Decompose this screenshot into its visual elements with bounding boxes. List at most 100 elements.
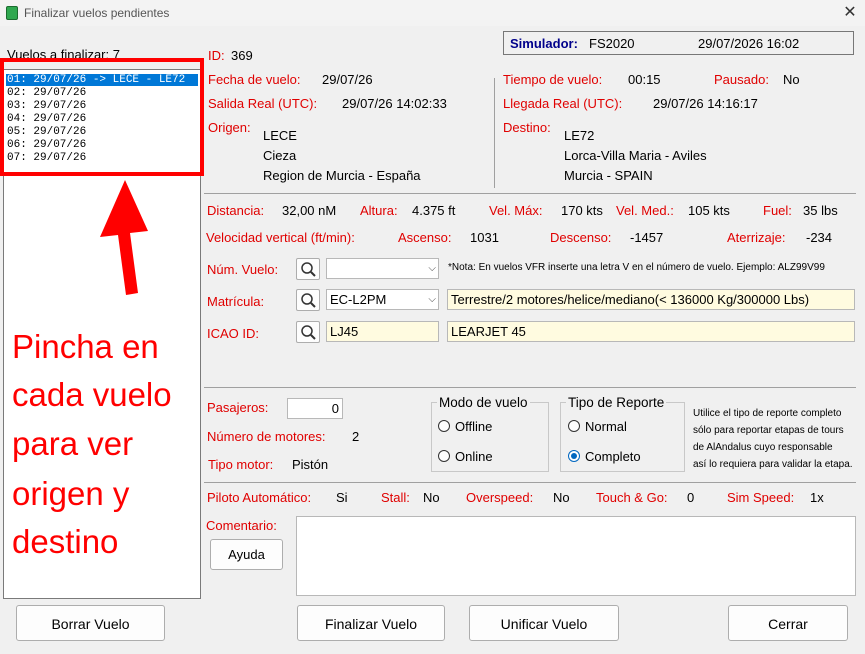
reporte-note-line: así lo requiera para validar la etapa.	[693, 459, 853, 470]
descenso-label: Descenso:	[550, 230, 612, 245]
online-radio[interactable]	[438, 450, 450, 462]
simulator-box: Simulador: FS2020 29/07/2026 16:02	[503, 31, 854, 55]
matricula-label: Matrícula:	[207, 294, 265, 309]
divider	[204, 482, 856, 483]
overspeed-value: No	[553, 490, 570, 505]
comentario-label: Comentario:	[206, 518, 277, 533]
stall-value: No	[423, 490, 440, 505]
chevron-down-icon: ⌵	[428, 294, 436, 305]
fecha-value: 29/07/26	[322, 72, 373, 87]
destino-city: Lorca-Villa Maria - Aviles	[564, 148, 707, 163]
matricula-search-button[interactable]	[296, 289, 320, 311]
magnifier-icon	[301, 262, 316, 277]
reporte-note-line: de AlAndalus cuyo responsable	[693, 442, 833, 453]
online-label: Online	[455, 449, 493, 464]
icao-search-button[interactable]	[296, 321, 320, 343]
simulator-value: FS2020	[589, 36, 635, 51]
num-vuelo-combo[interactable]: ⌵	[326, 258, 439, 279]
annotation-arrow-icon	[100, 180, 148, 295]
distancia-label: Distancia:	[207, 203, 265, 218]
id-value: 369	[231, 48, 253, 63]
num-vuelo-search-button[interactable]	[296, 258, 320, 280]
llegada-label: Llegada Real (UTC):	[503, 96, 623, 111]
distancia-value: 32,00 nM	[282, 203, 337, 218]
aterrizaje-label: Aterrizaje:	[727, 230, 786, 245]
destino-label: Destino:	[503, 120, 551, 135]
ascenso-value: 1031	[470, 230, 499, 245]
modo-vuelo-title: Modo de vuelo	[437, 395, 530, 410]
descenso-value: -1457	[630, 230, 664, 245]
fuel-label: Fuel:	[763, 203, 792, 218]
offline-radio[interactable]	[438, 420, 450, 432]
offline-label: Offline	[455, 419, 493, 434]
tipo-reporte-title: Tipo de Reporte	[566, 395, 667, 410]
annotation-line: cada vuelo	[12, 376, 172, 413]
velmax-label: Vel. Máx:	[489, 203, 543, 218]
num-vuelo-label: Núm. Vuelo:	[207, 262, 279, 277]
tipo-motor-value: Pistón	[292, 457, 329, 472]
normal-radio[interactable]	[568, 420, 580, 432]
pausado-value: No	[783, 72, 800, 87]
matricula-value: EC-L2PM	[330, 292, 387, 307]
annotation-line: origen y	[12, 475, 130, 512]
velmax-value: 170 kts	[561, 203, 603, 218]
motores-value: 2	[352, 429, 360, 444]
divider	[204, 387, 856, 388]
touchgo-value: 0	[687, 490, 695, 505]
cerrar-button[interactable]: Cerrar	[728, 605, 848, 641]
origen-region: Region de Murcia - España	[263, 168, 421, 183]
simspeed-value: 1x	[810, 490, 824, 505]
annotation-highlight-box	[0, 58, 204, 176]
comentario-textarea[interactable]	[296, 516, 856, 596]
pausado-label: Pausado:	[714, 72, 769, 87]
annotation-line: destino	[12, 523, 119, 560]
motores-label: Número de motores:	[207, 429, 326, 444]
unificar-vuelo-button[interactable]: Unificar Vuelo	[469, 605, 619, 641]
velmed-value: 105 kts	[688, 203, 730, 218]
title-bar: Finalizar vuelos pendientes ✕	[0, 0, 865, 26]
divider	[204, 193, 856, 194]
destino-region: Murcia - SPAIN	[564, 168, 653, 183]
origen-city: Cieza	[263, 148, 297, 163]
salida-value: 29/07/26 14:02:33	[342, 96, 447, 111]
close-icon[interactable]: ✕	[838, 2, 862, 24]
annotation-line: para ver	[12, 425, 134, 462]
nota-text: *Nota: En vuelos VFR inserte una letra V…	[448, 262, 825, 273]
tiempo-label: Tiempo de vuelo:	[503, 72, 603, 87]
ascenso-label: Ascenso:	[398, 230, 452, 245]
origen-code: LECE	[263, 128, 297, 143]
stall-label: Stall:	[381, 490, 410, 505]
tiempo-value: 00:15	[628, 72, 661, 87]
matricula-description: Terrestre/2 motores/helice/mediano(< 136…	[447, 289, 855, 310]
completo-label: Completo	[585, 449, 641, 464]
completo-radio[interactable]	[568, 450, 580, 462]
magnifier-icon	[301, 325, 316, 340]
simspeed-label: Sim Speed:	[727, 490, 795, 505]
chevron-down-icon: ⌵	[428, 263, 436, 274]
llegada-value: 29/07/26 14:16:17	[653, 96, 758, 111]
piloto-label: Piloto Automático:	[207, 490, 312, 505]
sim-datetime: 29/07/2026 16:02	[698, 36, 800, 51]
destino-code: LE72	[564, 128, 595, 143]
pasajeros-input[interactable]: 0	[287, 398, 343, 419]
id-label: ID:	[208, 48, 225, 63]
annotation-line: Pincha en	[12, 328, 159, 365]
finalizar-vuelo-button[interactable]: Finalizar Vuelo	[297, 605, 445, 641]
origen-label: Origen:	[208, 120, 251, 135]
app-icon	[6, 6, 18, 20]
matricula-combo[interactable]: EC-L2PM ⌵	[326, 289, 439, 310]
salida-label: Salida Real (UTC):	[208, 96, 318, 111]
normal-label: Normal	[585, 419, 627, 434]
divider	[494, 78, 495, 188]
velmed-label: Vel. Med.:	[616, 203, 674, 218]
ayuda-button[interactable]: Ayuda	[210, 539, 283, 570]
vvert-label: Velocidad vertical (ft/min):	[206, 230, 355, 245]
borrar-vuelo-button[interactable]: Borrar Vuelo	[16, 605, 165, 641]
overspeed-label: Overspeed:	[466, 490, 534, 505]
altura-label: Altura:	[360, 203, 398, 218]
aterrizaje-value: -234	[806, 230, 833, 245]
reporte-note-line: sólo para reportar etapas de tours	[693, 425, 844, 436]
reporte-note-line: Utilice el tipo de reporte completo	[693, 408, 842, 419]
fuel-value: 35 lbs	[803, 203, 838, 218]
pasajeros-label: Pasajeros:	[207, 400, 269, 415]
